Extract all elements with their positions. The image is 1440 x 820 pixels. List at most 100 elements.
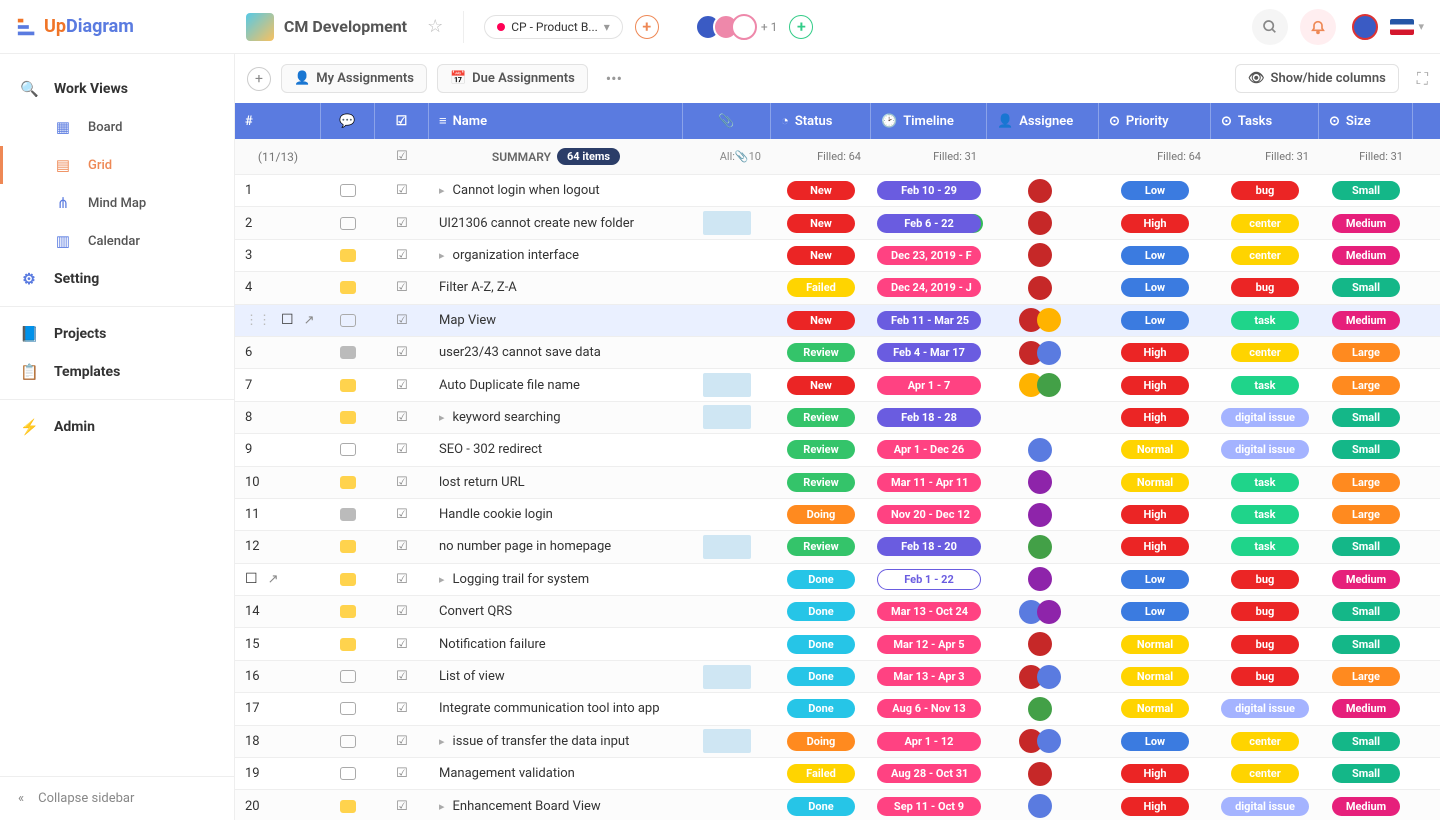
assignee-cell[interactable] [987,726,1099,757]
work-views-section[interactable]: 🔍Work Views [0,70,234,108]
table-row[interactable]: 19☑Management validationFailedAug 28 - O… [235,758,1440,790]
size-pill-cell[interactable]: Small [1319,402,1413,433]
checklist-cell[interactable]: ☑ [375,402,429,433]
attach-cell[interactable] [683,661,771,692]
chat-cell[interactable] [321,305,375,336]
task-pill-cell[interactable]: bug [1211,628,1319,659]
status-pill-cell[interactable]: Failed [771,758,871,789]
checklist-cell[interactable]: ☑ [375,337,429,368]
task-pill-cell[interactable]: task [1211,499,1319,530]
name-cell[interactable]: Auto Duplicate file name [429,369,683,400]
table-row[interactable]: 6☑user23/43 cannot save dataReviewFeb 4 … [235,337,1440,369]
table-row[interactable]: 20☑▸Enhancement Board ViewDoneSep 11 - O… [235,790,1440,820]
assignee-cell[interactable] [987,272,1099,303]
name-cell[interactable]: Convert QRS [429,596,683,627]
priority-pill-cell[interactable]: Normal [1099,693,1211,724]
checklist-cell[interactable]: ☑ [375,175,429,206]
task-pill-cell[interactable]: task [1211,369,1319,400]
timeline-pill-cell[interactable]: Apr 1 - Dec 26 [871,434,987,465]
logo[interactable]: UpDiagram [16,16,134,38]
caret-icon[interactable]: ▸ [439,411,445,424]
row-checkbox[interactable]: ☐ [245,571,258,587]
task-pill-cell[interactable]: digital issue [1211,434,1319,465]
table-row[interactable]: 7☑Auto Duplicate file nameNewApr 1 - 7Hi… [235,369,1440,401]
status-pill-cell[interactable]: Review [771,402,871,433]
assignee-cell[interactable] [987,305,1099,336]
my-assignments-button[interactable]: 👤My Assignments [281,64,427,93]
status-pill-cell[interactable]: Review [771,434,871,465]
chat-cell[interactable] [321,207,375,238]
chat-cell[interactable] [321,369,375,400]
priority-pill-cell[interactable]: High [1099,531,1211,562]
attach-cell[interactable] [683,272,771,303]
row-checkbox[interactable]: ☐ [281,312,294,328]
phase-dropdown[interactable]: CP - Product B... ▾ [484,15,623,39]
status-pill-cell[interactable]: Done [771,628,871,659]
priority-pill-cell[interactable]: High [1099,207,1211,238]
sidebar-item-grid[interactable]: ▤Grid [0,146,234,184]
checklist-cell[interactable]: ☑ [375,790,429,820]
attach-cell[interactable] [683,434,771,465]
name-cell[interactable]: UI21306 cannot create new folder [429,207,683,238]
priority-pill-cell[interactable]: High [1099,790,1211,820]
due-assignments-button[interactable]: 📅Due Assignments [437,64,588,93]
assignee-cell[interactable] [987,790,1099,820]
caret-icon[interactable]: ▸ [439,184,445,197]
setting-section[interactable]: ⚙Setting [0,260,234,298]
search-button[interactable] [1252,9,1288,45]
col-name[interactable]: ≡Name [429,103,683,139]
attach-cell[interactable] [683,337,771,368]
attach-cell[interactable] [683,790,771,820]
assignee-cell[interactable] [987,693,1099,724]
checklist-cell[interactable]: ☑ [375,240,429,271]
show-hide-columns-button[interactable]: 👁Show/hide columns [1235,64,1399,93]
task-pill-cell[interactable]: center [1211,240,1319,271]
size-pill-cell[interactable]: Small [1319,434,1413,465]
attach-cell[interactable] [683,305,771,336]
priority-pill-cell[interactable]: High [1099,337,1211,368]
timeline-pill-cell[interactable]: Dec 24, 2019 - J [871,272,987,303]
size-pill-cell[interactable]: Medium [1319,693,1413,724]
timeline-pill-cell[interactable]: Nov 20 - Dec 12 [871,499,987,530]
name-cell[interactable]: List of view [429,661,683,692]
checklist-cell[interactable]: ☑ [375,207,429,238]
timeline-pill-cell[interactable]: Feb 4 - Mar 17 [871,337,987,368]
timeline-pill-cell[interactable]: Feb 11 - Mar 25 [871,305,987,336]
checklist-cell[interactable]: ☑ [375,596,429,627]
chat-cell[interactable] [321,434,375,465]
size-pill-cell[interactable]: Large [1319,661,1413,692]
name-cell[interactable]: ▸Logging trail for system [429,564,683,595]
priority-pill-cell[interactable]: High [1099,369,1211,400]
attach-cell[interactable] [683,175,771,206]
timeline-pill-cell[interactable]: Feb 1 - 22 [871,564,987,595]
assignee-cell[interactable] [987,758,1099,789]
size-pill-cell[interactable]: Small [1319,628,1413,659]
status-pill-cell[interactable]: Done [771,596,871,627]
size-pill-cell[interactable]: Medium [1319,305,1413,336]
caret-icon[interactable]: ▸ [439,735,445,748]
size-pill-cell[interactable]: Medium [1319,790,1413,820]
name-cell[interactable]: lost return URL [429,467,683,498]
table-row[interactable]: 2☑UI21306 cannot create new folderNewFeb… [235,207,1440,239]
timeline-pill-cell[interactable]: Sep 11 - Oct 9 [871,790,987,820]
attach-cell[interactable] [683,467,771,498]
checklist-cell[interactable]: ☑ [375,499,429,530]
col-check[interactable]: ☑ [375,103,429,139]
task-pill-cell[interactable]: bug [1211,596,1319,627]
table-row[interactable]: 14☑Convert QRSDoneMar 13 - Oct 24LowbugS… [235,596,1440,628]
assignee-cell[interactable] [987,337,1099,368]
timeline-pill-cell[interactable]: Aug 6 - Nov 13 [871,693,987,724]
attach-cell[interactable] [683,758,771,789]
size-pill-cell[interactable]: Medium [1319,564,1413,595]
caret-icon[interactable]: ▸ [439,800,445,813]
assignee-cell[interactable] [987,467,1099,498]
table-row[interactable]: 4☑Filter A-Z, Z-AFailedDec 24, 2019 - JL… [235,272,1440,304]
priority-pill-cell[interactable]: High [1099,499,1211,530]
sidebar-item-calendar[interactable]: ▥Calendar [0,222,234,260]
table-row[interactable]: 12☑no number page in homepageReviewFeb 1… [235,531,1440,563]
checklist-cell[interactable]: ☑ [375,369,429,400]
size-pill-cell[interactable]: Large [1319,369,1413,400]
col-assignee[interactable]: 👤Assignee [987,103,1099,139]
name-cell[interactable]: no number page in homepage [429,531,683,562]
table-row[interactable]: 15☑Notification failureDoneMar 12 - Apr … [235,628,1440,660]
